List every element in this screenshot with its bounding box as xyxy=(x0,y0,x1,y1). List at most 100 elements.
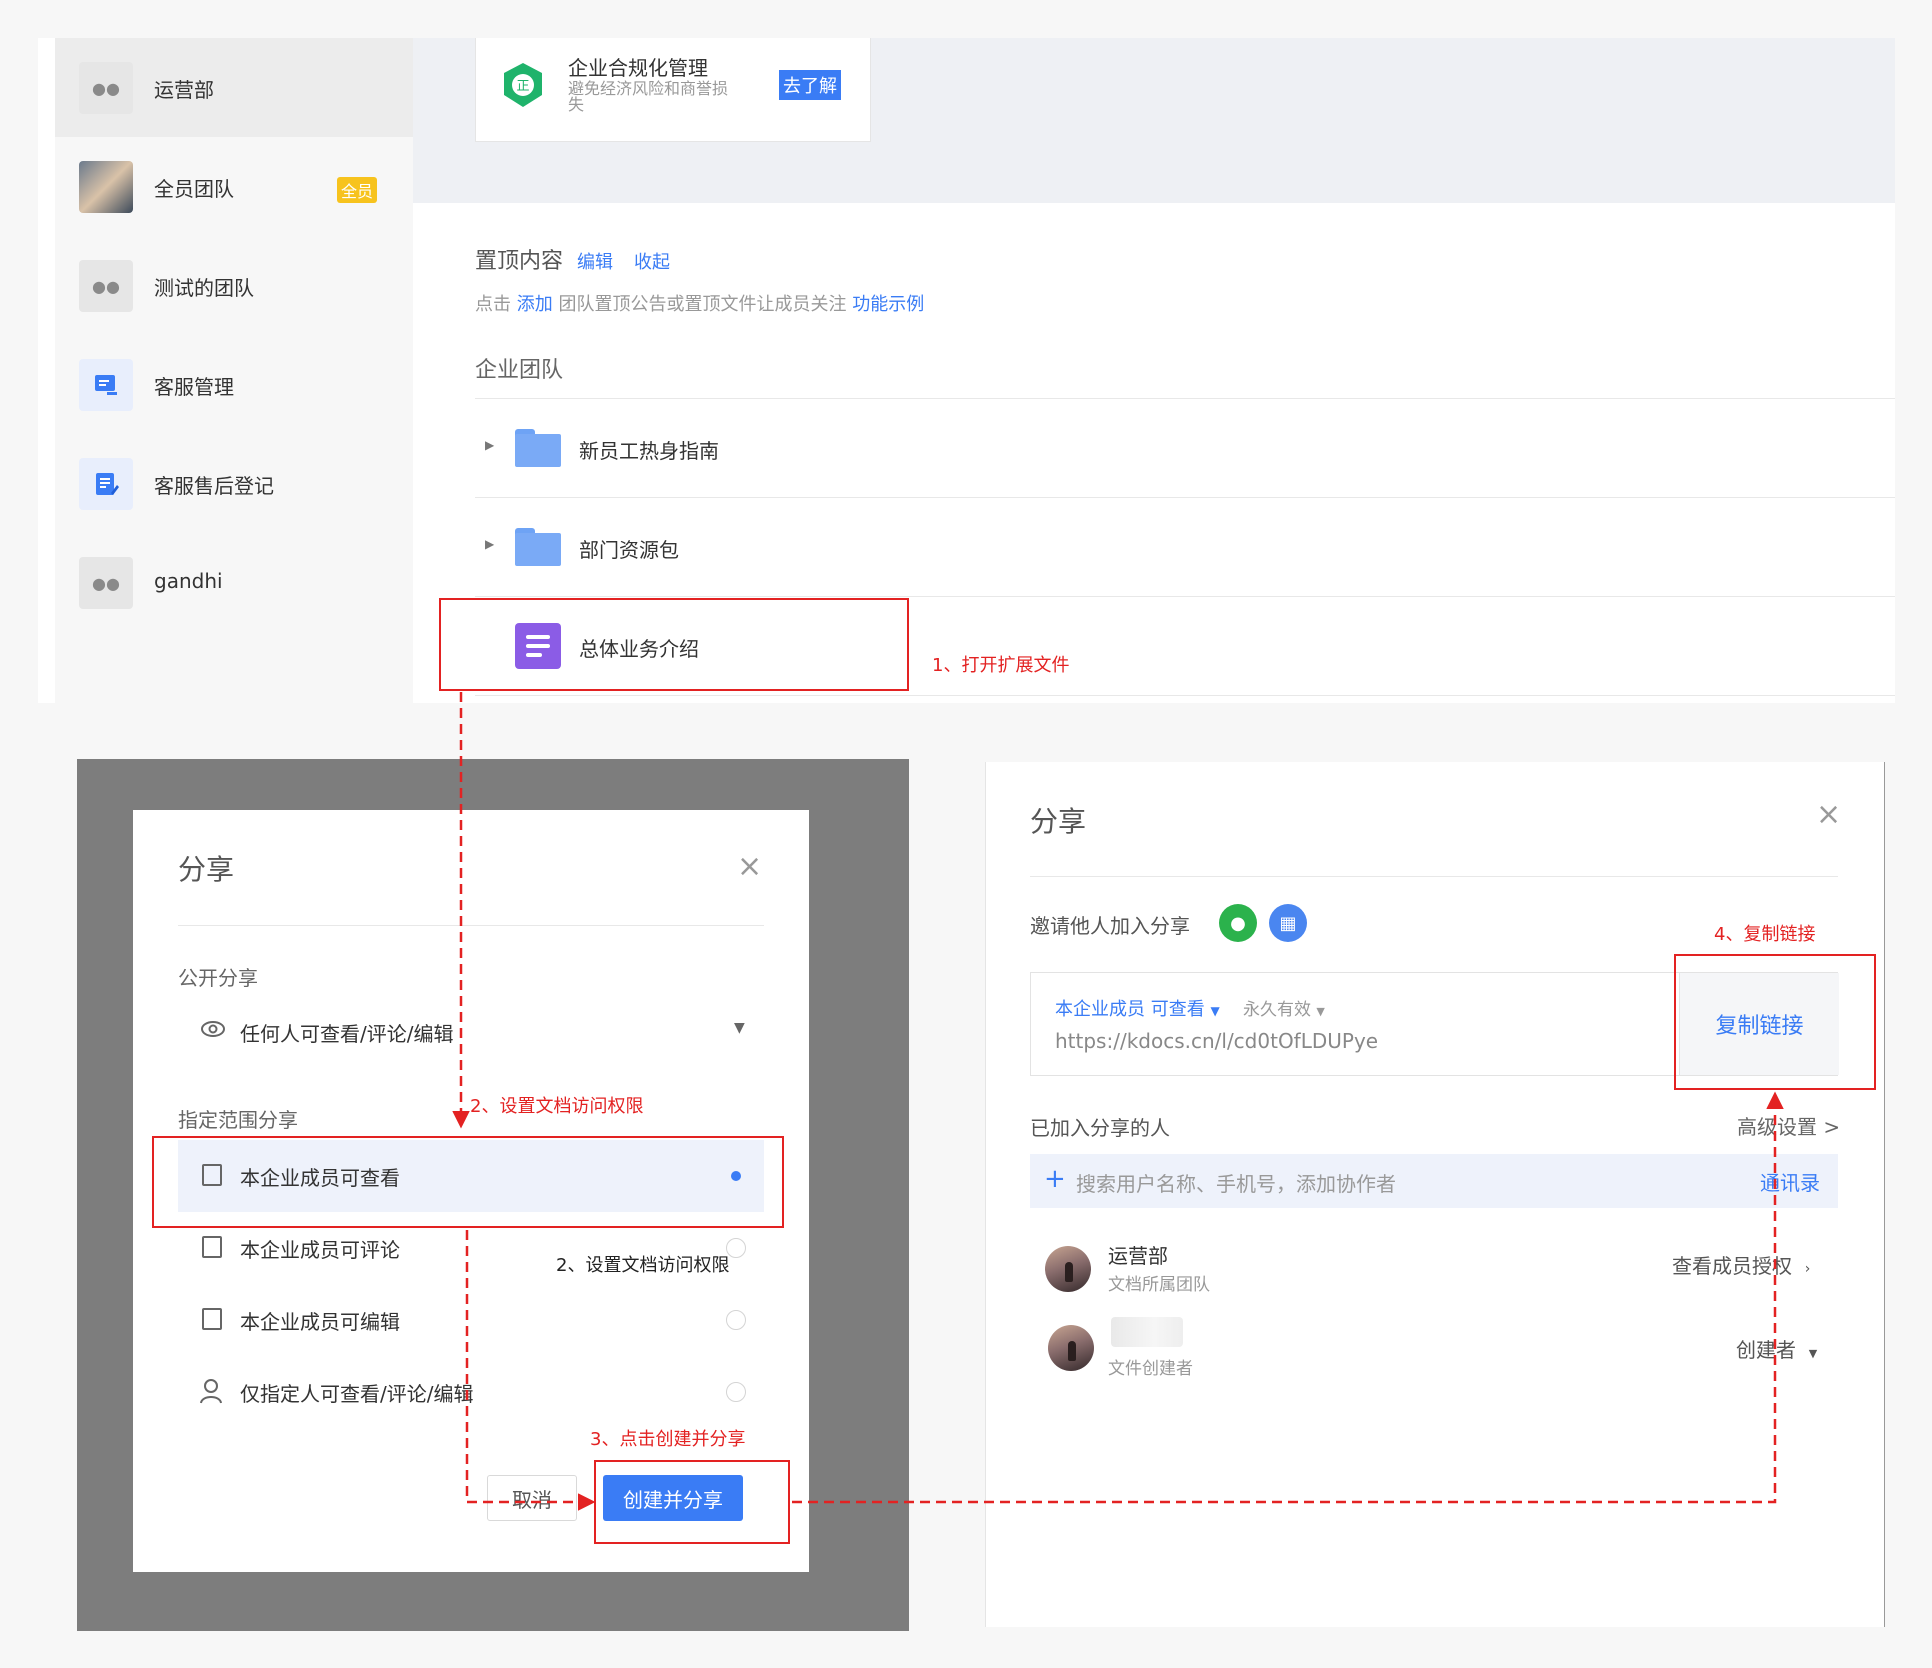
compliance-card[interactable]: 正 企业合规化管理 避免经济风险和商誉损失 去了解 xyxy=(475,38,871,142)
sidebar-item-label: 测试的团队 xyxy=(154,276,254,300)
plus-icon: + xyxy=(1044,1164,1066,1194)
team-section-title: 企业团队 xyxy=(475,358,564,383)
member-action-label: 查看成员授权 xyxy=(1672,1254,1792,1278)
pinned-edit-link[interactable]: 编辑 xyxy=(577,252,613,273)
highlight-copy-link xyxy=(1674,954,1876,1090)
compliance-title: 企业合规化管理 xyxy=(568,56,708,80)
pinned-title: 置顶内容 xyxy=(475,249,564,274)
highlight-permission-option xyxy=(152,1136,784,1228)
chevron-down-icon: ▼ xyxy=(734,1020,745,1036)
contacts-link[interactable]: 通讯录 xyxy=(1760,1167,1820,1196)
file-row-folder[interactable]: ▶ 新员工热身指南 xyxy=(475,399,1895,497)
chevron-right-icon: › xyxy=(1804,1261,1811,1277)
creator-role-select[interactable]: 创建者 ▼ xyxy=(1736,1334,1817,1363)
team-icon: ●● xyxy=(79,62,133,114)
svg-text:正: 正 xyxy=(516,79,529,94)
member-avatar xyxy=(1045,1246,1091,1292)
team-sidebar: ●● 运营部 全员团队 全员 ●● 测试的团队 客服管理 客服售后登记 ●● g… xyxy=(55,38,413,703)
dialog-title: 分享 xyxy=(178,853,235,886)
option-label: 仅指定人可查看/评论/编辑 xyxy=(240,1382,474,1406)
shield-icon: 正 xyxy=(504,63,542,107)
sidebar-item-label: gandhi xyxy=(154,569,223,593)
close-icon[interactable]: × xyxy=(737,852,762,882)
panel-title: 分享 xyxy=(1030,805,1087,838)
learn-more-button[interactable]: 去了解 xyxy=(779,70,841,100)
sidebar-item-customer-service[interactable]: 客服管理 xyxy=(55,335,413,434)
folder-icon xyxy=(515,429,561,467)
sidebar-item-yunying[interactable]: ●● 运营部 xyxy=(55,38,413,137)
sidebar-item-label: 运营部 xyxy=(154,78,214,102)
all-staff-badge: 全员 xyxy=(337,177,378,203)
annotation-step3: 3、点击创建并分享 xyxy=(590,1429,746,1450)
scope-share-label: 指定范围分享 xyxy=(178,1108,298,1132)
expand-caret-icon[interactable]: ▶ xyxy=(485,438,494,452)
public-share-label: 公开分享 xyxy=(178,966,258,990)
pinned-description: 点击 添加 团队置顶公告或置顶文件让成员关注 功能示例 xyxy=(475,290,924,316)
option-specified-people[interactable]: 仅指定人可查看/评论/编辑 xyxy=(178,1356,764,1428)
view-member-auth-link[interactable]: 查看成员授权 › xyxy=(1672,1250,1810,1279)
caret-down-icon: ▼ xyxy=(1808,1347,1818,1360)
team-icon: ●● xyxy=(79,260,133,312)
sidebar-item-after-sales[interactable]: 客服售后登记 xyxy=(55,434,413,533)
folder-icon xyxy=(515,528,561,566)
link-validity-select[interactable]: 永久有效 ▼ xyxy=(1243,995,1325,1020)
invite-label: 邀请他人加入分享 xyxy=(1030,914,1190,938)
member-name: 运营部 xyxy=(1108,1244,1168,1268)
member-action-label: 创建者 xyxy=(1736,1338,1796,1362)
pinned-desc-middle: 团队置顶公告或置顶文件让成员关注 xyxy=(558,294,847,315)
annotation-step2-dup: 2、设置文档访问权限 xyxy=(556,1255,730,1276)
pinned-desc-prefix: 点击 xyxy=(475,294,511,315)
link-permission-label: 本企业成员 可查看 xyxy=(1055,999,1205,1020)
annotation-step1: 1、打开扩展文件 xyxy=(932,655,1070,676)
advanced-settings-link[interactable]: 高级设置 > xyxy=(1737,1111,1840,1140)
eye-icon xyxy=(201,1021,225,1037)
team-photo-avatar xyxy=(79,161,133,213)
radio-unselected[interactable] xyxy=(726,1382,746,1402)
share-url[interactable]: https://kdocs.cn/l/cd0tOfLDUPye xyxy=(1055,1029,1378,1053)
member-avatar xyxy=(1048,1325,1094,1371)
pinned-add-link[interactable]: 添加 xyxy=(517,294,553,315)
file-name: 部门资源包 xyxy=(579,538,679,562)
chat-board-icon xyxy=(79,359,133,411)
form-edit-icon xyxy=(79,458,133,510)
team-icon: ●● xyxy=(79,557,133,609)
file-row-folder[interactable]: ▶ 部门资源包 xyxy=(475,498,1895,596)
collaborator-search[interactable]: + 搜索用户名称、手机号，添加协作者 通讯录 xyxy=(1030,1154,1838,1208)
sidebar-item-label: 全员团队 xyxy=(154,177,234,201)
sidebar-item-label: 客服管理 xyxy=(154,375,234,399)
divider xyxy=(178,925,764,926)
sidebar-item-label: 客服售后登记 xyxy=(154,474,274,498)
link-permission-select[interactable]: 本企业成员 可查看 ▼ xyxy=(1055,995,1220,1021)
pinned-collapse-link[interactable]: 收起 xyxy=(634,252,670,273)
expand-caret-icon[interactable]: ▶ xyxy=(485,537,494,551)
feature-example-link[interactable]: 功能示例 xyxy=(852,294,924,315)
divider xyxy=(1030,876,1838,877)
public-share-select[interactable]: 任何人可查看/评论/编辑 ▼ xyxy=(178,1000,764,1060)
option-members-edit[interactable]: 本企业成员可编辑 xyxy=(178,1284,764,1356)
sidebar-item-test-team[interactable]: ●● 测试的团队 xyxy=(55,236,413,335)
member-role: 文档所属团队 xyxy=(1108,1275,1210,1295)
document-lock-icon xyxy=(202,1308,222,1330)
sidebar-item-gandhi[interactable]: ●● gandhi xyxy=(55,533,413,632)
close-icon[interactable]: × xyxy=(1816,800,1841,830)
divider xyxy=(475,695,1895,696)
option-label: 本企业成员可编辑 xyxy=(240,1310,400,1334)
sidebar-item-all-staff[interactable]: 全员团队 全员 xyxy=(55,137,413,236)
wechat-icon[interactable]: ● xyxy=(1219,904,1257,942)
pinned-header: 置顶内容 编辑 收起 xyxy=(475,243,670,275)
compliance-subtitle: 避免经济风险和商誉损失 xyxy=(568,79,729,114)
person-icon xyxy=(200,1379,222,1404)
cancel-button[interactable]: 取消 xyxy=(487,1475,577,1521)
joined-people-label: 已加入分享的人 xyxy=(1030,1116,1170,1140)
radio-unselected[interactable] xyxy=(726,1310,746,1330)
caret-down-icon: ▼ xyxy=(1316,1005,1325,1018)
share-panel: 分享 × 邀请他人加入分享 ● ▦ 本企业成员 可查看 ▼ 永久有效 ▼ htt… xyxy=(985,762,1885,1627)
option-label: 本企业成员可评论 xyxy=(240,1238,400,1262)
qrcode-icon[interactable]: ▦ xyxy=(1269,904,1307,942)
search-placeholder: 搜索用户名称、手机号，添加协作者 xyxy=(1076,1172,1396,1196)
highlight-create-button xyxy=(594,1460,790,1544)
highlight-file-row xyxy=(439,598,909,691)
public-option-label: 任何人可查看/评论/编辑 xyxy=(240,1022,454,1046)
member-role: 文件创建者 xyxy=(1108,1359,1193,1379)
annotation-step2: 2、设置文档访问权限 xyxy=(470,1096,644,1117)
